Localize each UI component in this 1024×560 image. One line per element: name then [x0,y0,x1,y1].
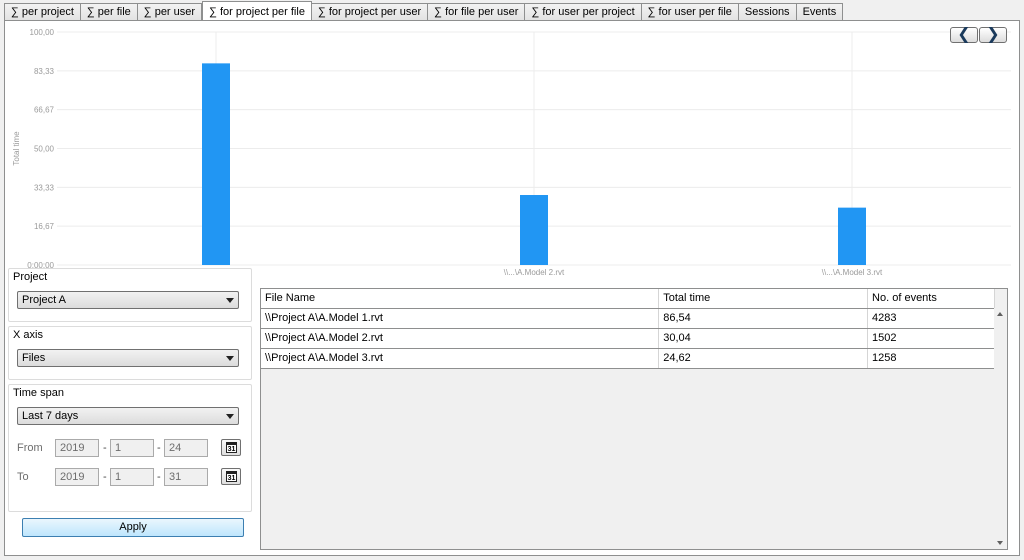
bar [838,207,866,265]
timespan-select[interactable]: Last 7 days [17,407,239,425]
apply-button[interactable]: Apply [22,518,244,537]
bar-chart: 0:00:00 16,67 33,33 50,00 66,67 83,33 100,00 \\… [5,21,1019,286]
project-select-value: Project A [22,294,67,306]
from-calendar-button[interactable]: 31 [221,439,241,456]
next-page-button[interactable]: ❯ [979,27,1007,43]
tab-3[interactable]: ∑ per user [137,3,203,21]
table-header-row: File Name Total time No. of events [261,289,995,309]
to-calendar-button[interactable]: 31 [221,468,241,485]
timespan-select-value: Last 7 days [22,410,79,422]
cell-total-time: 86,54 [658,308,869,329]
cell-file-name: \\Project A\A.Model 2.rvt [261,328,660,349]
table-row[interactable]: \\Project A\A.Model 2.rvt 30,04 1502 [261,328,995,349]
timespan-group: Time span Last 7 days From 2019 - 1 - 24… [8,384,252,512]
table-row[interactable]: \\Project A\A.Model 3.rvt 24,62 1258 [261,348,995,369]
bar-chart-svg: 0:00:0016,6733,3350,0066,6783,33100,00\\… [12,28,1011,277]
project-select[interactable]: Project A [17,291,239,309]
cell-events: 4283 [867,308,995,329]
scroll-down-icon[interactable] [997,541,1003,545]
y-tick-label: 33,33 [34,183,55,192]
column-header-file-name[interactable]: File Name [261,289,660,309]
tab-6[interactable]: ∑ for file per user [428,3,526,21]
chevron-down-icon [226,414,234,419]
results-table: File Name Total time No. of events \\Pro… [261,289,995,369]
project-group: Project Project A [8,268,252,322]
tab-9[interactable]: Sessions [738,3,797,21]
from-day-field[interactable]: 24 [164,439,208,457]
tab-8[interactable]: ∑ for user per file [641,3,739,21]
tab-2[interactable]: ∑ per file [80,3,138,21]
xaxis-select-value: Files [22,352,46,364]
cell-file-name: \\Project A\A.Model 1.rvt [261,308,660,329]
from-label: From [17,442,43,454]
calendar-icon: 31 [226,471,237,482]
vertical-scrollbar[interactable] [994,308,1007,549]
column-header-total-time[interactable]: Total time [658,289,869,309]
column-header-events[interactable]: No. of events [867,289,995,309]
y-tick-label: 100,00 [30,28,55,37]
tab-7[interactable]: ∑ for user per project [525,3,642,21]
y-tick-label: 83,33 [34,67,55,76]
cell-events: 1258 [867,348,995,369]
date-separator: - [103,471,107,483]
y-tick-label: 16,67 [34,222,55,231]
x-tick-label: \\...\A.Model 3.rvt [822,268,883,277]
bar [520,195,548,265]
to-day-field[interactable]: 31 [164,468,208,486]
xaxis-group-title: X axis [13,329,43,341]
scroll-up-icon[interactable] [997,312,1003,316]
y-tick-label: 66,67 [34,106,55,115]
xaxis-select[interactable]: Files [17,349,239,367]
to-month-field[interactable]: 1 [110,468,154,486]
cell-events: 1502 [867,328,995,349]
bar [202,63,230,265]
y-axis-label: Total time [12,131,21,166]
table-row[interactable]: \\Project A\A.Model 1.rvt 86,54 4283 [261,308,995,329]
project-group-title: Project [13,271,48,283]
to-label: To [17,471,29,483]
xaxis-group: X axis Files [8,326,252,380]
to-year-field[interactable]: 2019 [55,468,99,486]
cell-file-name: \\Project A\A.Model 3.rvt [261,348,660,369]
tab-4[interactable]: ∑ for project per file [202,1,312,21]
chevron-down-icon [226,298,234,303]
tab-5[interactable]: ∑ for project per user [311,3,429,21]
data-grid: File Name Total time No. of events \\Pro… [260,288,1008,550]
from-month-field[interactable]: 1 [110,439,154,457]
date-separator: - [103,442,107,454]
y-tick-label: 50,00 [34,145,55,154]
date-separator: - [157,471,161,483]
previous-page-button[interactable]: ❮ [950,27,978,43]
tab-bar: ∑ per project ∑ per file ∑ per user ∑ for p… [4,1,844,21]
cell-total-time: 30,04 [658,328,869,349]
cell-total-time: 24,62 [658,348,869,369]
calendar-icon: 31 [226,442,237,453]
tab-10[interactable]: Events [796,3,844,21]
from-year-field[interactable]: 2019 [55,439,99,457]
tab-1[interactable]: ∑ per project [4,3,81,21]
chevron-down-icon [226,356,234,361]
x-tick-label: \\...\A.Model 2.rvt [504,268,565,277]
timespan-group-title: Time span [13,387,64,399]
date-separator: - [157,442,161,454]
